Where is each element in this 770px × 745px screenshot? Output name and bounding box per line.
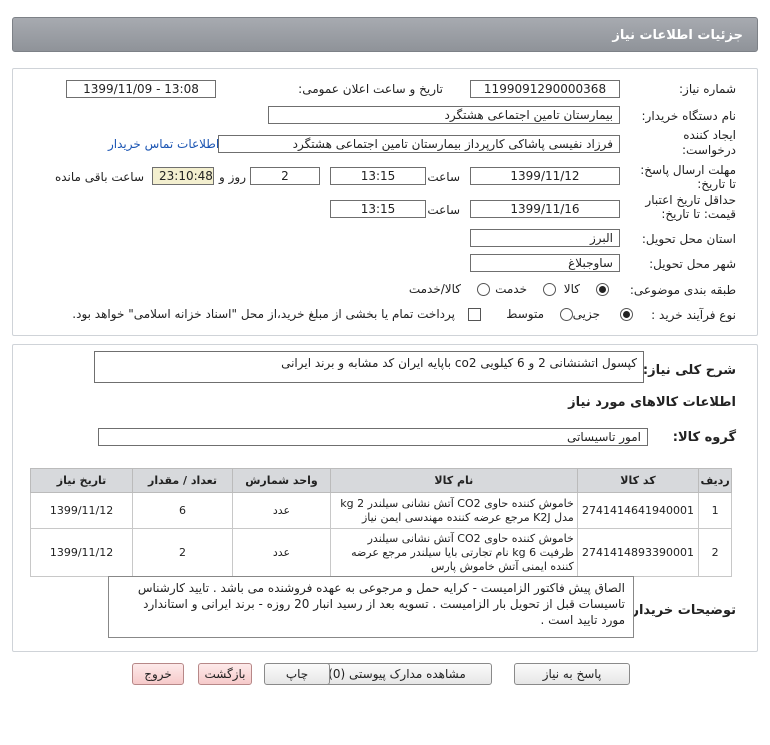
reply-button[interactable]: پاسخ به نیاز [514,663,630,685]
days-label: روز و [219,170,246,184]
remaining-label: ساعت باقی مانده [54,170,144,184]
page-title-bar: جزئیات اطلاعات نیاز [12,17,758,52]
summary-field: کپسول اتشنشانی 2 و 6 کیلویی co2 باپایه ا… [94,351,644,383]
validity-time-label: ساعت [427,203,460,217]
row-unit: عدد [232,528,331,577]
goods-group-field: امور تاسیساتی [98,428,648,446]
validity-label: حداقل تاریخ اعتبار [645,193,736,207]
days-field: 2 [250,167,320,185]
goods-table-header: ردیف کد کالا نام کالا واحد شمارش تعداد /… [29,468,732,493]
reply-time-label: ساعت [427,170,460,184]
category-goods-service-radio[interactable] [477,283,490,296]
col-unit: واحد شمارش [232,468,331,493]
row-code: 2741414893390001 [576,528,700,577]
category-label: طبقه بندی موضوعی: [629,283,736,297]
col-name: نام کالا [329,468,578,493]
announce-field: 1399/11/09 - 13:08 [66,80,216,98]
validity-date-field: 1399/11/16 [470,200,620,218]
reply-deadline-label: مهلت ارسال پاسخ: [640,163,736,177]
creator-label: ایجاد کننده درخواست: [682,128,736,157]
treasury-note: پرداخت تمام یا بخشی از مبلغ خرید،از محل … [72,307,455,321]
remaining-time-field: 23:10:48 [152,167,214,185]
announce-label: تاریخ و ساعت اعلان عمومی: [298,82,443,96]
reply-date-field: 1399/11/12 [470,167,620,185]
row-index: 1 [698,492,732,529]
purchase-minor-radio[interactable] [620,308,633,321]
row-code: 2741414641940001 [576,492,700,529]
exit-button[interactable]: خروج [132,663,184,685]
purchase-minor-label: جزیی [572,307,600,321]
col-qty: تعداد / مقدار [132,468,234,493]
goods-group-label: گروه کالا: [672,430,736,445]
col-date: تاریخ نیاز [29,468,134,493]
buyer-org-field: بیمارستان تامین اجتماعی هشتگرد [268,106,620,124]
row-qty: 6 [132,492,234,529]
table-row[interactable]: 2 2741414893390001 خاموش کننده حاوی CO2 … [29,528,732,577]
row-name: خاموش کننده حاوی CO2 آتش نشانی سیلندر ظر… [329,528,578,577]
reply-time-field: 13:15 [330,167,426,185]
purchase-medium-radio[interactable] [560,308,573,321]
need-number-label: شماره نیاز: [679,82,736,96]
back-button[interactable]: بازگشت [198,663,252,685]
province-label: استان محل تحویل: [641,232,736,246]
col-index: ردیف [698,468,732,493]
validity-sub: قیمت: تا تاریخ: [661,207,736,221]
row-date: 1399/11/12 [29,528,134,577]
buyer-notes-field: الصاق پیش فاکتور الزامیست - کرایه حمل و … [108,576,634,638]
treasury-checkbox[interactable] [468,308,481,321]
city-field: ساوجبلاغ [470,254,620,272]
row-name: خاموش کننده حاوی CO2 آتش نشانی سیلندر 2 … [329,492,578,529]
reply-deadline-sub: تا تاریخ: [697,177,736,191]
purchase-medium-label: متوسط [506,307,544,321]
category-service-label: خدمت [495,282,527,296]
category-goods-label: کالا [563,282,580,296]
province-field: البرز [470,229,620,247]
need-number-field: 1199091290000368 [470,80,620,98]
row-date: 1399/11/12 [29,492,134,529]
row-index: 2 [698,528,732,577]
row-qty: 2 [132,528,234,577]
buyer-org-label: نام دستگاه خریدار: [641,109,737,123]
category-goods-radio[interactable] [596,283,609,296]
table-row[interactable]: 1 2741414641940001 خاموش کننده حاوی CO2 … [29,492,732,529]
summary-label: شرح کلی نیاز: [642,363,736,378]
category-service-radio[interactable] [543,283,556,296]
goods-table: ردیف کد کالا نام کالا واحد شمارش تعداد /… [29,468,732,577]
page-title: جزئیات اطلاعات نیاز [612,28,743,43]
creator-field: فرزاد نفیسی پاشاکی کارپرداز بیمارستان تا… [218,135,620,153]
buyer-contact-link[interactable]: اطلاعات تماس خریدار [108,137,219,151]
goods-section-title: اطلاعات کالاهای مورد نیاز [568,395,736,410]
col-code: کد کالا [576,468,700,493]
row-unit: عدد [232,492,331,529]
category-goods-service-label: کالا/خدمت [408,282,461,296]
validity-time-field: 13:15 [330,200,426,218]
print-button[interactable]: چاپ [264,663,330,685]
attachments-button[interactable]: مشاهده مدارک پیوستی (0) [302,663,492,685]
purchase-type-label: نوع فرآیند خرید : [651,308,736,322]
city-label: شهر محل تحویل: [649,257,736,271]
buyer-notes-label: توضیحات خریدار: [626,603,736,618]
